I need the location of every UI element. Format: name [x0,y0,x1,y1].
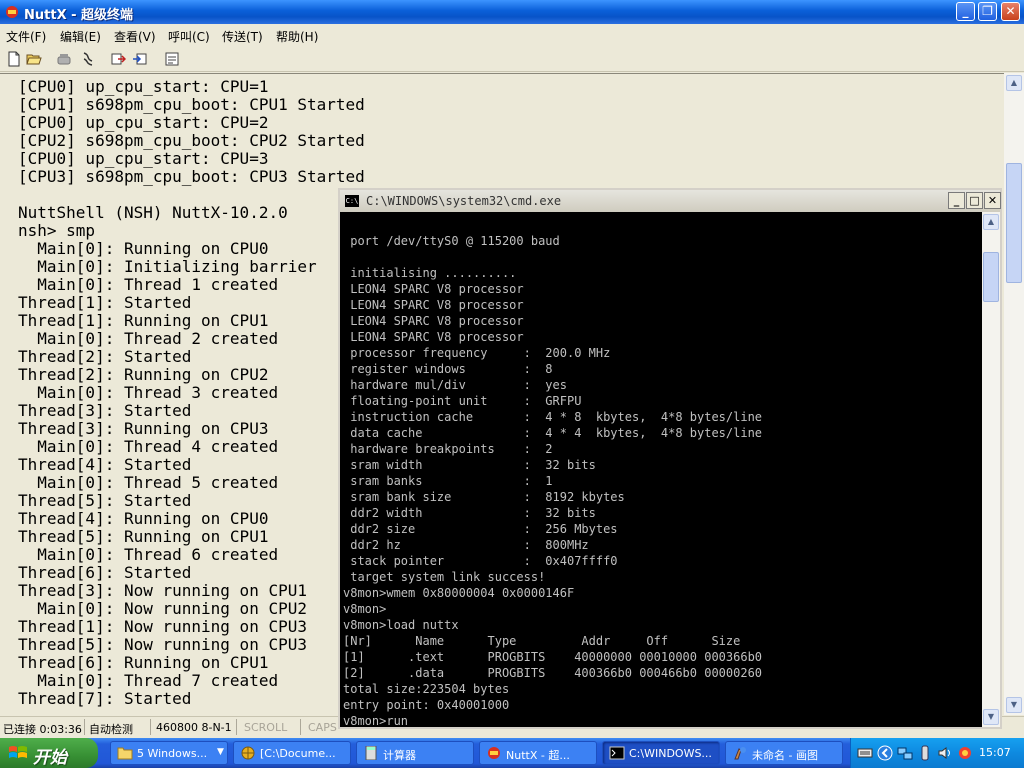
port-settings: 460800 8-N-1 [156,721,232,734]
toolbar [0,46,1024,72]
hyperterminal-titlebar[interactable]: NuttX - 超级终端 _ ❐ ✕ [0,0,1024,24]
hyperterminal-icon [6,6,18,18]
scroll-thumb[interactable] [1006,163,1022,283]
task-paint[interactable]: 未命名 - 画图 [725,741,843,765]
cmd-icon: C:\ [345,195,359,207]
system-tray: 15:07 [850,738,1024,768]
taskbar: 开始 5 Windows... ▼ [C:\Docume... 计算器 Nutt… [0,738,1024,768]
cmd-close-button[interactable]: ✕ [984,192,1001,209]
menu-edit[interactable]: 编辑(E) [60,28,101,45]
network-icon[interactable] [897,745,913,761]
close-button[interactable]: ✕ [1001,2,1020,21]
caps-lock-indicator: CAPS [308,721,337,734]
receive-icon[interactable] [132,51,148,67]
cmd-scroll-up-arrow-icon[interactable]: ▲ [983,214,999,230]
open-icon[interactable] [26,51,42,67]
cmd-scrollbar[interactable]: ▲ ▼ [982,212,1000,727]
menu-help[interactable]: 帮助(H) [276,28,318,45]
clock[interactable]: 15:07 [979,746,1011,759]
menu-file[interactable]: 文件(F) [6,28,46,45]
task-documents[interactable]: [C:\Docume... [233,741,351,765]
terminal-output: [CPU0] up_cpu_start: CPU=1 [CPU1] s698pm… [18,77,365,708]
menu-call[interactable]: 呼叫(C) [168,28,210,45]
cmd-minimize-button[interactable]: _ [948,192,965,209]
connection-time: 已连接 0:03:36 [3,723,82,736]
task-label: 计算器 [383,749,416,762]
task-label: 未命名 - 画图 [752,749,818,762]
browser-icon [241,746,255,760]
chevron-down-icon: ▼ [217,747,224,757]
menu-view[interactable]: 查看(V) [114,28,156,45]
scroll-up-arrow-icon[interactable]: ▲ [1006,75,1022,91]
minimize-button[interactable]: _ [956,2,975,21]
paint-icon [734,747,746,760]
start-button[interactable]: 开始 [0,738,98,768]
restore-button[interactable]: ❐ [978,2,997,21]
start-label: 开始 [33,748,67,768]
usb-icon[interactable] [917,745,933,761]
security-icon[interactable] [957,745,973,761]
hyperterminal-icon [488,747,500,759]
task-windows-explorer[interactable]: 5 Windows... ▼ [110,741,228,765]
calculator-icon [365,746,377,760]
new-icon[interactable] [6,51,22,67]
properties-icon[interactable] [164,51,180,67]
window-title: NuttX - 超级终端 [24,8,134,23]
chevron-left-icon[interactable] [877,745,893,761]
cmd-maximize-button[interactable]: □ [966,192,983,209]
task-label: 5 Windows... [137,747,208,760]
volume-icon[interactable] [937,745,953,761]
cmd-console[interactable]: port /dev/ttyS0 @ 115200 baud initialisi… [340,212,982,727]
cmd-titlebar[interactable]: C:\ C:\WINDOWS\system32\cmd.exe _ □ ✕ [340,190,1001,212]
cmd-icon [609,746,625,760]
menu-transfer[interactable]: 传送(T) [222,28,263,45]
cmd-output: port /dev/ttyS0 @ 115200 baud initialisi… [343,234,763,727]
menu-bar: 文件(F) 编辑(E) 查看(V) 呼叫(C) 传送(T) 帮助(H) [0,24,1024,46]
cmd-scroll-down-arrow-icon[interactable]: ▼ [983,709,999,725]
windows-logo-icon [9,746,27,758]
terminal-scrollbar[interactable]: ▲ ▼ [1004,73,1024,715]
task-label: [C:\Docume... [260,747,336,760]
cmd-window: C:\ C:\WINDOWS\system32\cmd.exe _ □ ✕ po… [338,188,1002,729]
scroll-down-arrow-icon[interactable]: ▼ [1006,697,1022,713]
cmd-scroll-thumb[interactable] [983,252,999,302]
scroll-lock-indicator: SCROLL [244,721,288,734]
send-icon[interactable] [110,51,126,67]
task-calculator[interactable]: 计算器 [356,741,474,765]
task-label: C:\WINDOWS... [629,747,712,760]
folder-icon [117,747,133,760]
disconnect-icon[interactable] [80,51,96,67]
task-cmd[interactable]: C:\WINDOWS... [602,741,720,765]
call-icon[interactable] [56,51,72,67]
auto-detect-status: 自动检测 [89,723,133,736]
task-hyperterminal[interactable]: NuttX - 超... [479,741,597,765]
keyboard-icon[interactable] [857,745,873,761]
cmd-window-title: C:\WINDOWS\system32\cmd.exe [366,194,562,208]
task-label: NuttX - 超... [506,749,570,762]
